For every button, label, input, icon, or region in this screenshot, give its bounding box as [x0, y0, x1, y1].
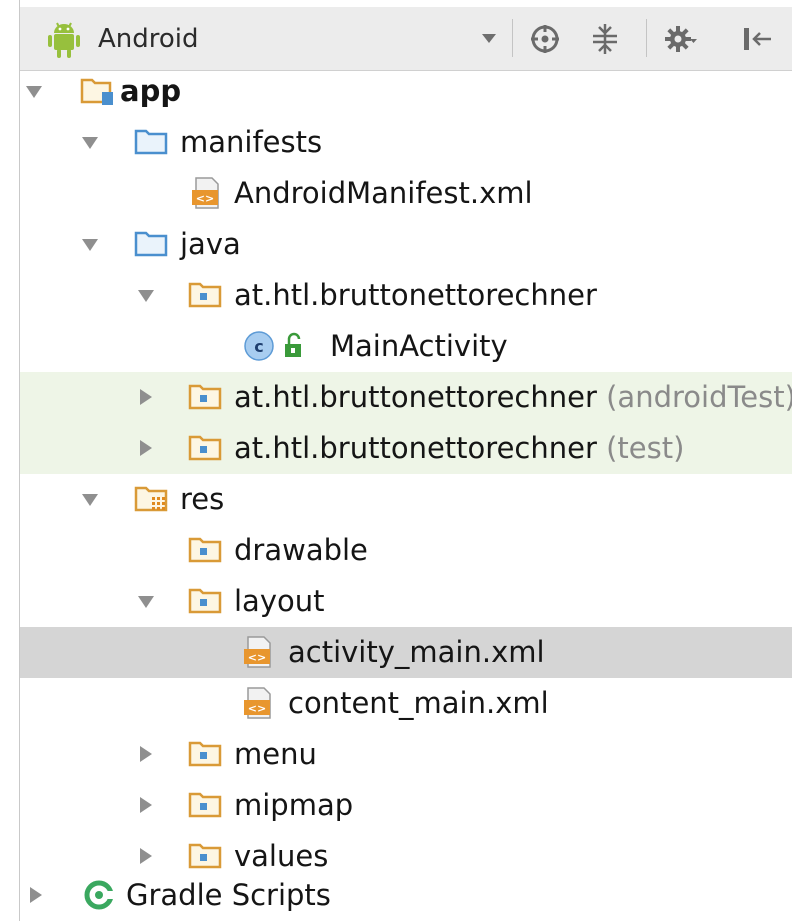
tree-item-res[interactable]: res	[20, 474, 792, 525]
collapsed-arrow-icon[interactable]	[30, 887, 42, 903]
hide-icon[interactable]	[740, 22, 774, 56]
svg-text:<>: <>	[248, 702, 266, 715]
android-icon	[48, 22, 80, 58]
package-icon	[188, 282, 222, 308]
tree-item-manifest-file[interactable]: <> AndroidManifest.xml	[20, 168, 792, 219]
tree-item-package-android-test[interactable]: at.htl.bruttonettorechner (androidTest)	[20, 372, 792, 423]
resource-folder-icon	[134, 486, 168, 512]
module-folder-icon	[80, 78, 113, 105]
chevron-down-icon[interactable]	[482, 34, 496, 43]
tree-item-label: drawable	[234, 533, 368, 567]
expand-arrow-icon[interactable]	[138, 290, 154, 302]
tree-item-app[interactable]: app	[20, 66, 792, 117]
tree-item-package[interactable]: at.htl.bruttonettorechner	[20, 270, 792, 321]
svg-text:c: c	[254, 337, 263, 356]
tree-item-label: layout	[234, 584, 325, 618]
tree-item-layout[interactable]: layout	[20, 576, 792, 627]
tree-item-package-test[interactable]: at.htl.bruttonettorechner (test)	[20, 423, 792, 474]
tree-item-label: app	[120, 74, 182, 108]
tree-item-activity-main[interactable]: <> activity_main.xml	[20, 627, 792, 678]
collapsed-arrow-icon[interactable]	[140, 746, 152, 762]
source-set-suffix: (androidTest)	[606, 380, 792, 414]
tree-item-label: MainActivity	[330, 329, 508, 363]
tree-item-label: Gradle Scripts	[126, 878, 331, 912]
package-icon	[188, 792, 222, 818]
unlock-icon	[285, 332, 301, 357]
tree-item-label: res	[180, 482, 225, 516]
expand-arrow-icon[interactable]	[82, 137, 98, 149]
tree-item-manifests[interactable]: manifests	[20, 117, 792, 168]
tree-item-drawable[interactable]: drawable	[20, 525, 792, 576]
folder-icon	[134, 231, 168, 257]
tree-item-content-main[interactable]: <> content_main.xml	[20, 678, 792, 729]
gradle-icon	[84, 880, 115, 910]
tree-item-label: content_main.xml	[288, 686, 549, 720]
tree-item-label: activity_main.xml	[288, 635, 545, 669]
package-icon	[188, 588, 222, 614]
tree-item-mipmap[interactable]: mipmap	[20, 780, 792, 831]
tree-item-label: at.htl.bruttonettorechner (test)	[234, 429, 684, 467]
tree-item-gradle-scripts[interactable]: Gradle Scripts	[0, 870, 792, 921]
source-set-suffix: (test)	[606, 431, 685, 465]
gear-icon[interactable]	[664, 22, 698, 56]
tree-item-label: java	[180, 227, 241, 261]
expand-arrow-icon[interactable]	[82, 239, 98, 251]
tree-item-menu[interactable]: menu	[20, 729, 792, 780]
tree-item-java[interactable]: java	[20, 219, 792, 270]
tree-item-label: mipmap	[234, 788, 354, 822]
collapse-icon[interactable]	[588, 22, 622, 56]
expand-arrow-icon[interactable]	[138, 596, 154, 608]
tree-item-main-activity[interactable]: c MainActivity	[20, 321, 792, 372]
svg-text:<>: <>	[196, 192, 214, 205]
xml-file-icon: <>	[244, 636, 271, 668]
tree-item-label: menu	[234, 737, 317, 771]
view-selector[interactable]: Android	[98, 22, 199, 56]
xml-file-icon: <>	[244, 687, 271, 719]
package-icon	[188, 537, 222, 563]
class-icon: c	[244, 331, 274, 361]
expand-arrow-icon[interactable]	[82, 494, 98, 506]
tree-item-label: AndroidManifest.xml	[234, 176, 533, 210]
xml-file-icon: <>	[192, 177, 219, 209]
toolbar-divider	[646, 19, 647, 57]
package-icon	[188, 384, 222, 410]
toolbar-divider	[512, 19, 513, 57]
locate-icon[interactable]	[528, 22, 562, 56]
collapsed-arrow-icon[interactable]	[140, 440, 152, 456]
tree-item-label: at.htl.bruttonettorechner (androidTest)	[234, 378, 792, 416]
collapsed-arrow-icon[interactable]	[140, 389, 152, 405]
package-icon	[188, 435, 222, 461]
collapsed-arrow-icon[interactable]	[140, 797, 152, 813]
package-name: at.htl.bruttonettorechner	[234, 380, 597, 414]
project-toolbar: Android	[20, 7, 792, 71]
tree-item-label: at.htl.bruttonettorechner	[234, 278, 597, 312]
project-panel: Android app manifests <> AndroidManifest…	[0, 0, 792, 921]
expand-arrow-icon[interactable]	[26, 86, 42, 98]
tree-item-label: manifests	[180, 125, 323, 159]
svg-text:<>: <>	[248, 651, 266, 664]
collapsed-arrow-icon[interactable]	[140, 848, 152, 864]
folder-icon	[134, 129, 168, 155]
package-name: at.htl.bruttonettorechner	[234, 431, 597, 465]
package-icon	[188, 741, 222, 767]
package-icon	[188, 843, 222, 869]
